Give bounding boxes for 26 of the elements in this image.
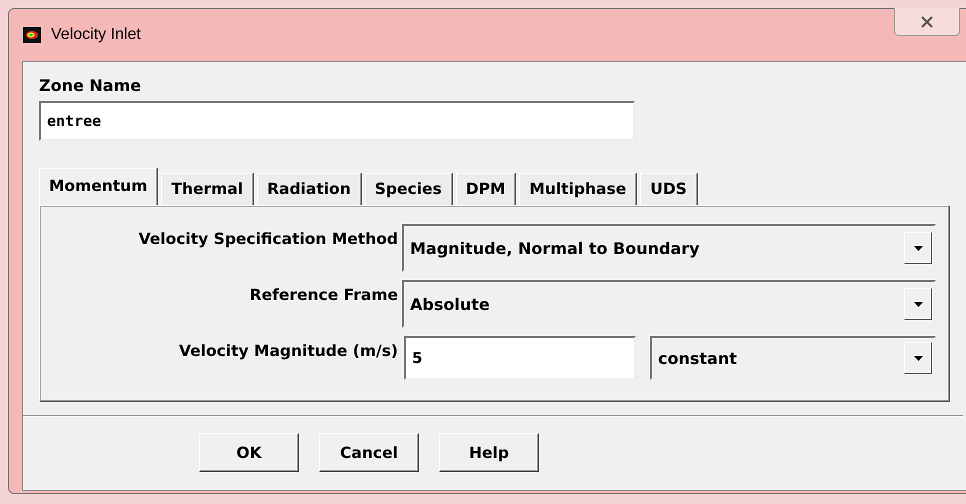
- tab[interactable]: UDS: [640, 173, 697, 205]
- window-title: Velocity Inlet: [51, 26, 141, 44]
- field-label: Velocity Specification Method: [138, 229, 398, 248]
- zone-name-field[interactable]: entree: [39, 101, 635, 141]
- app-icon: [23, 27, 41, 43]
- caret-icon: [914, 356, 922, 360]
- tab[interactable]: Multiphase: [519, 173, 636, 205]
- tab[interactable]: Thermal: [161, 173, 254, 205]
- caret-icon: [914, 302, 922, 306]
- caret-icon: [914, 246, 922, 250]
- field-label: Velocity Magnitude (m/s): [178, 341, 398, 360]
- tab[interactable]: Radiation: [257, 173, 361, 205]
- tab[interactable]: Species: [364, 173, 452, 205]
- dialog-button[interactable]: OK: [199, 433, 299, 472]
- dropdown[interactable]: Magnitude, Normal to Boundary: [402, 224, 936, 272]
- zone-name-label: Zone Name: [39, 76, 142, 95]
- dropdown[interactable]: Absolute: [402, 280, 936, 328]
- tab[interactable]: Momentum: [39, 168, 158, 205]
- close-button[interactable]: [894, 8, 960, 36]
- field-label: Reference Frame: [248, 285, 398, 304]
- profile-dropdown[interactable]: constant: [650, 336, 936, 380]
- tab[interactable]: DPM: [456, 173, 516, 205]
- dialog-button[interactable]: Cancel: [319, 433, 419, 472]
- dialog-button[interactable]: Help: [439, 433, 539, 472]
- value-field[interactable]: 5: [404, 336, 636, 380]
- close-icon: [920, 16, 934, 28]
